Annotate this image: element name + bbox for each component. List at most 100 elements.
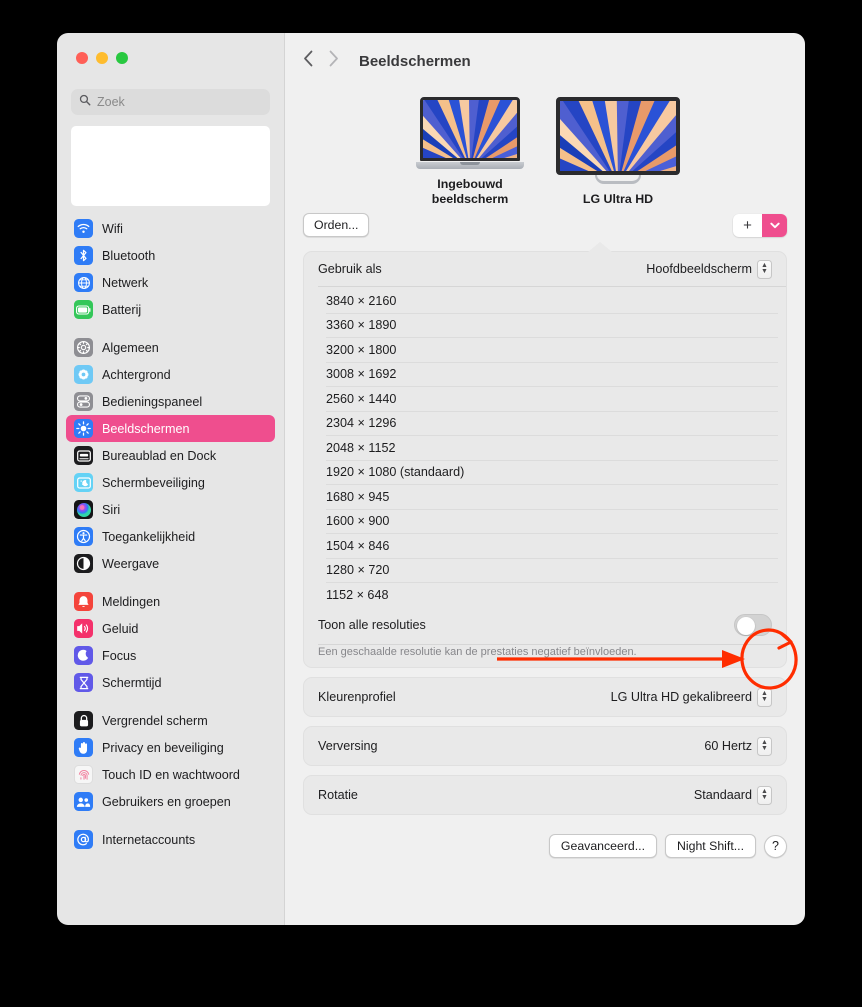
sidebar-item-label: Schermtijd [102, 675, 162, 690]
display-builtin[interactable]: Ingebouwd beeldscherm [410, 97, 530, 207]
sidebar-item-schermbeveiliging[interactable]: Schermbeveiliging [66, 469, 275, 496]
rotation-label: Rotatie [318, 788, 358, 802]
sidebar-item-netwerk[interactable]: Netwerk [66, 269, 275, 296]
speaker-icon [74, 619, 93, 638]
minimize-button[interactable] [96, 52, 108, 64]
sidebar-item-label: Privacy en beveiliging [102, 740, 224, 755]
resolution-option[interactable]: 2048 × 1152 [304, 436, 786, 460]
wallpaper-thumbnail [423, 100, 517, 158]
toggle-knob [736, 616, 755, 635]
account-card[interactable] [71, 126, 270, 206]
refresh-rate-row[interactable]: Verversing 60 Hertz ▲ ▼ [304, 727, 786, 765]
sidebar-group: Wifi Bluetooth Netwerk Batterij [66, 215, 275, 323]
add-display-button[interactable]: + [733, 214, 762, 237]
show-all-resolutions-toggle[interactable] [734, 614, 772, 636]
color-profile-popup[interactable]: LG Ultra HD gekalibreerd ▲ ▼ [610, 687, 772, 707]
search-box[interactable] [71, 89, 270, 115]
sidebar-item-label: Vergrendel scherm [102, 713, 208, 728]
fingerprint-icon [74, 765, 93, 784]
wallpaper-icon [74, 365, 93, 384]
sidebar-item-meldingen[interactable]: Meldingen [66, 588, 275, 615]
resolution-option[interactable]: 3840 × 2160 [304, 289, 786, 313]
resolution-option[interactable]: 1600 × 900 [304, 509, 786, 533]
monitor-stand [595, 175, 641, 184]
color-profile-value: LG Ultra HD gekalibreerd [610, 690, 752, 704]
sidebar-item-label: Focus [102, 648, 137, 663]
sidebar-item-label: Bureaublad en Dock [102, 448, 217, 463]
rotation-row[interactable]: Rotatie Standaard ▲ ▼ [304, 776, 786, 814]
sidebar-item-achtergrond[interactable]: Achtergrond [66, 361, 275, 388]
sidebar-item-vergrendel-scherm[interactable]: Vergrendel scherm [66, 707, 275, 734]
resolution-option[interactable]: 1680 × 945 [304, 485, 786, 509]
show-all-resolutions-label: Toon alle resoluties [318, 618, 426, 632]
sidebar-item-wifi[interactable]: Wifi [66, 215, 275, 242]
sidebar-item-bedieningspaneel[interactable]: Bedieningspaneel [66, 388, 275, 415]
sidebar-item-bureaublad-en-dock[interactable]: Bureaublad en Dock [66, 442, 275, 469]
stepper-icon: ▲ ▼ [757, 736, 772, 756]
sidebar-item-beeldschermen[interactable]: Beeldschermen [66, 415, 275, 442]
sidebar-item-algemeen[interactable]: Algemeen [66, 334, 275, 361]
monitor-graphic [556, 97, 680, 184]
sidebar-item-gebruikers-en-groepen[interactable]: Gebruikers en groepen [66, 788, 275, 815]
sidebar-item-privacy-en-beveiliging[interactable]: Privacy en beveiliging [66, 734, 275, 761]
sidebar-item-label: Touch ID en wachtwoord [102, 767, 240, 782]
back-button[interactable] [303, 50, 314, 72]
sidebar-item-focus[interactable]: Focus [66, 642, 275, 669]
sidebar-item-geluid[interactable]: Geluid [66, 615, 275, 642]
resolution-option[interactable]: 3360 × 1890 [304, 313, 786, 337]
sidebar-item-label: Algemeen [102, 340, 159, 355]
lock-icon [74, 711, 93, 730]
resolution-option[interactable]: 1504 × 846 [304, 534, 786, 558]
resolution-option[interactable]: 2560 × 1440 [304, 387, 786, 411]
sidebar-item-label: Schermbeveiliging [102, 475, 205, 490]
stepper-icon: ▲ ▼ [757, 687, 772, 707]
rotation-popup[interactable]: Standaard ▲ ▼ [693, 785, 772, 805]
siri-icon [74, 500, 93, 519]
rotation-value: Standaard [693, 788, 752, 802]
at-icon [74, 830, 93, 849]
resolution-option[interactable]: 2304 × 1296 [304, 411, 786, 435]
wallpaper-thumbnail [560, 101, 676, 171]
color-profile-row[interactable]: Kleurenprofiel LG Ultra HD gekalibreerd … [304, 678, 786, 716]
sidebar-item-siri[interactable]: Siri [66, 496, 275, 523]
sidebar-item-label: Bedieningspaneel [102, 394, 203, 409]
night-shift-button[interactable]: Night Shift... [665, 834, 756, 858]
displays-section: Ingebouwd beeldscherm LG Ultra HD Orden.… [303, 89, 787, 252]
resolution-option[interactable]: 3200 × 1800 [304, 338, 786, 362]
sidebar-group: Vergrendel scherm Privacy en beveiliging T… [66, 707, 275, 815]
resolution-option[interactable]: 3008 × 1692 [304, 362, 786, 386]
sidebar-item-bluetooth[interactable]: Bluetooth [66, 242, 275, 269]
sidebar-item-weergave[interactable]: Weergave [66, 550, 275, 577]
sidebar-item-batterij[interactable]: Batterij [66, 296, 275, 323]
forward-button[interactable] [328, 50, 339, 72]
zoom-button[interactable] [116, 52, 128, 64]
selected-display-pointer [588, 242, 612, 252]
display-lg-ultra-hd[interactable]: LG Ultra HD [556, 97, 680, 207]
resolution-option[interactable]: 1152 × 648 [304, 583, 786, 607]
advanced-button[interactable]: Geavanceerd... [548, 834, 658, 858]
refresh-rate-card: Verversing 60 Hertz ▲ ▼ [303, 726, 787, 766]
resolution-option[interactable]: 1920 × 1080 (standaard) [304, 460, 786, 484]
accessibility-icon [74, 527, 93, 546]
sidebar-item-label: Geluid [102, 621, 139, 636]
sidebar-group: Algemeen Achtergrond Bedieningspaneel Beeld… [66, 334, 275, 577]
sidebar-group: Meldingen Geluid Focus Schermtijd [66, 588, 275, 696]
search-input[interactable] [97, 95, 262, 109]
sidebar-item-internetaccounts[interactable]: Internetaccounts [66, 826, 275, 853]
chevron-down-icon[interactable] [762, 214, 787, 237]
sidebar-item-label: Bluetooth [102, 248, 156, 263]
refresh-rate-popup[interactable]: 60 Hertz ▲ ▼ [704, 736, 772, 756]
use-as-row[interactable]: Gebruik als Hoofdbeeldscherm ▲ ▼ [304, 252, 786, 286]
resolution-option[interactable]: 1280 × 720 [304, 558, 786, 582]
sidebar-item-schermtijd[interactable]: Schermtijd [66, 669, 275, 696]
use-as-value: Hoofdbeeldscherm [646, 262, 752, 276]
arrange-button[interactable]: Orden... [303, 213, 370, 237]
sidebar-group: Internetaccounts [66, 826, 275, 853]
help-button[interactable]: ? [764, 834, 787, 858]
sidebar-item-toegankelijkheid[interactable]: Toegankelijkheid [66, 523, 275, 550]
close-button[interactable] [76, 52, 88, 64]
displays-row: Ingebouwd beeldscherm LG Ultra HD [303, 89, 787, 207]
sidebar-item-label: Netwerk [102, 275, 149, 290]
sidebar-item-touch-id-en-wachtwoord[interactable]: Touch ID en wachtwoord [66, 761, 275, 788]
use-as-popup[interactable]: Hoofdbeeldscherm ▲ ▼ [646, 259, 772, 279]
